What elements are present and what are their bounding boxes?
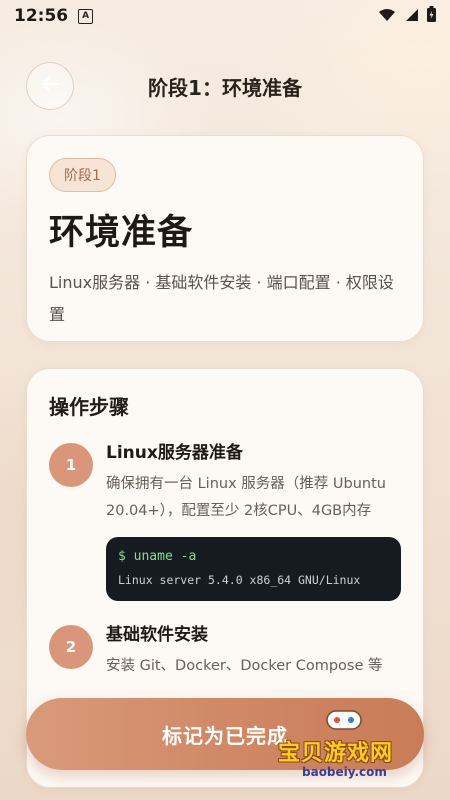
notification-icon: A [78, 8, 94, 24]
battery-icon [427, 6, 436, 26]
watermark-url: baobeiy.com [302, 765, 387, 779]
step-number: 1 [49, 443, 93, 487]
step-title: Linux服务器准备 [106, 443, 243, 463]
watermark: 宝贝游戏网 baobeiy.com [278, 705, 428, 785]
steps-heading: 操作步骤 [49, 395, 129, 419]
status-time: 12:56 [14, 6, 69, 26]
step-description: 安装 Git、Docker、Docker Compose 等 [106, 658, 383, 674]
step-description: 确保拥有一台 Linux 服务器（推荐 Ubuntu 20.04+），配置至少 … [106, 476, 386, 519]
signal-icon [404, 7, 419, 26]
stage-title: 环境准备 [49, 213, 194, 253]
wifi-icon [378, 7, 396, 26]
watermark-text: 宝贝游戏网 [278, 741, 394, 766]
header: 阶段1：环境准备 [0, 62, 450, 110]
step-title: 基础软件安装 [106, 625, 208, 645]
stage-overview-card: 阶段1 环境准备 Linux服务器 · 基础软件安装 · 端口配置 · 权限设置 [26, 135, 424, 342]
stage-description: Linux服务器 · 基础软件安装 · 端口配置 · 权限设置 [49, 273, 394, 324]
stage-badge: 阶段1 [49, 158, 116, 192]
code-block: $ uname -a Linux server 5.4.0 x86_64 GNU… [106, 537, 401, 601]
gamepad-icon [324, 705, 364, 737]
code-command: $ uname -a [118, 549, 197, 564]
code-output: Linux server 5.4.0 x86_64 GNU/Linux [118, 573, 361, 587]
status-bar: 12:56 A [0, 0, 450, 32]
step-number: 2 [49, 625, 93, 669]
page-title: 阶段1：环境准备 [148, 76, 302, 100]
